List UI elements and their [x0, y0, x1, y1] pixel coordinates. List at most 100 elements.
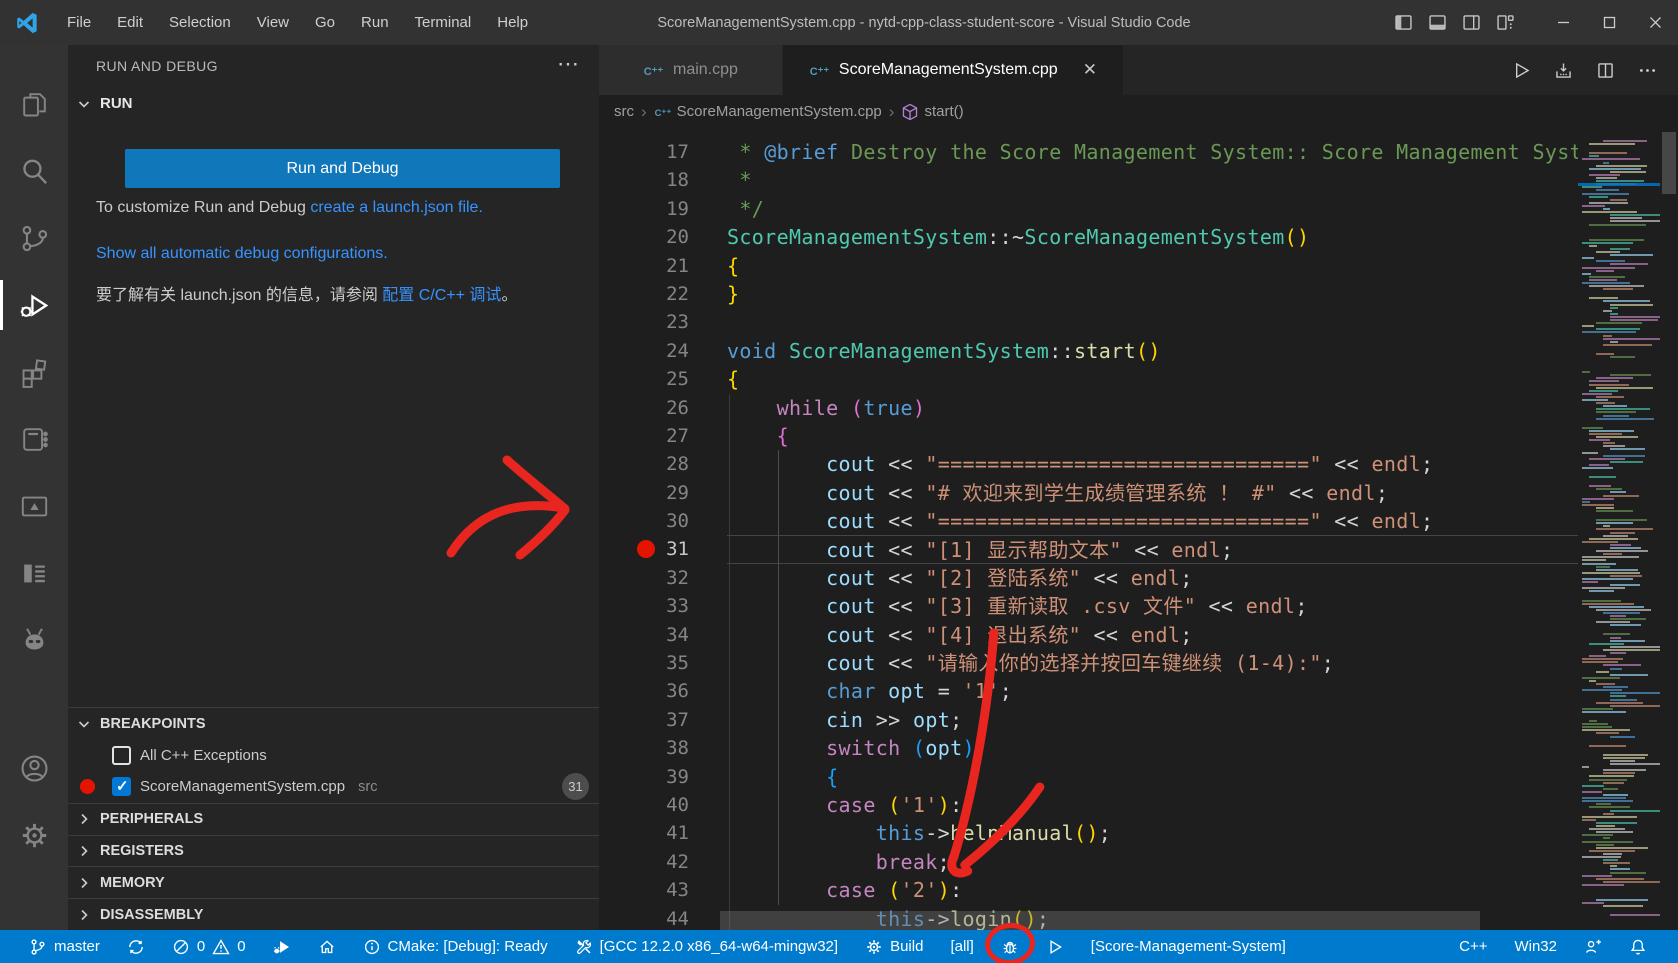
line-number[interactable]: 44: [599, 905, 689, 930]
breadcrumb-symbol[interactable]: start(): [901, 103, 963, 121]
status-feedback[interactable]: [1584, 938, 1602, 956]
status-debug-launch[interactable]: [273, 938, 291, 956]
menu-edit[interactable]: Edit: [104, 0, 156, 45]
more-actions-icon[interactable]: ⋯: [557, 51, 581, 77]
activity-cmake-panel[interactable]: [0, 475, 68, 537]
line-number[interactable]: 30: [599, 507, 689, 535]
activity-robot[interactable]: [0, 609, 68, 671]
menu-run[interactable]: Run: [348, 0, 402, 45]
breadcrumb-src[interactable]: src: [614, 103, 634, 120]
menu-selection[interactable]: Selection: [156, 0, 244, 45]
breakpoint-item[interactable]: ScoreManagementSystem.cppsrc31: [68, 771, 599, 803]
code-line[interactable]: 18 *: [599, 166, 1678, 194]
show-debug-configs-link[interactable]: Show all automatic debug configurations.: [96, 245, 388, 262]
line-number[interactable]: 17: [599, 138, 689, 166]
line-number[interactable]: 23: [599, 308, 689, 336]
line-number[interactable]: 40: [599, 791, 689, 819]
line-number[interactable]: 35: [599, 649, 689, 677]
activity-notebook[interactable]: [0, 408, 68, 470]
code-line[interactable]: 26 while (true): [599, 394, 1678, 422]
code-line[interactable]: 32 cout << "[2] 登陆系统" << endl;: [599, 564, 1678, 592]
code-line[interactable]: 43 case ('2'):: [599, 876, 1678, 904]
code-line[interactable]: 25{: [599, 365, 1678, 393]
breakpoint-item[interactable]: All C++ Exceptions: [68, 739, 599, 771]
code-line[interactable]: 29 cout << "# 欢迎来到学生成绩管理系统 ！ #" << endl;: [599, 479, 1678, 507]
line-number[interactable]: 20: [599, 223, 689, 251]
line-number[interactable]: 24: [599, 337, 689, 365]
code-line[interactable]: 17 * @brief Destroy the Score Management…: [599, 138, 1678, 166]
tab-main-cpp[interactable]: C⁺⁺main.cpp: [599, 45, 783, 95]
activity-docs-list[interactable]: [0, 542, 68, 604]
scrollbar-thumb[interactable]: [1662, 132, 1676, 194]
menu-help[interactable]: Help: [484, 0, 541, 45]
code-line[interactable]: 31 cout << "[1] 显示帮助文本" << endl;: [599, 535, 1678, 563]
line-number[interactable]: 28: [599, 450, 689, 478]
line-number[interactable]: 33: [599, 592, 689, 620]
code-line[interactable]: 37 cin >> opt;: [599, 706, 1678, 734]
code-editor[interactable]: 17 * @brief Destroy the Score Management…: [599, 128, 1678, 930]
run-section-header[interactable]: RUN: [76, 95, 133, 112]
line-number[interactable]: 37: [599, 706, 689, 734]
activity-settings-gear[interactable]: [0, 804, 68, 866]
line-number[interactable]: 32: [599, 564, 689, 592]
status-build-target[interactable]: [all]: [950, 938, 973, 955]
status-problems[interactable]: 00: [172, 938, 246, 956]
code-line[interactable]: 23: [599, 308, 1678, 336]
status-kit[interactable]: [GCC 12.2.0 x86_64-w64-mingw32]: [575, 938, 838, 956]
status-notifications[interactable]: [1629, 938, 1647, 956]
activity-search[interactable]: [0, 140, 68, 202]
line-number[interactable]: 18: [599, 166, 689, 194]
menu-terminal[interactable]: Terminal: [402, 0, 485, 45]
code-line[interactable]: 19 */: [599, 195, 1678, 223]
status-language-mode[interactable]: C++: [1459, 938, 1487, 955]
menu-go[interactable]: Go: [302, 0, 348, 45]
breakpoints-section-header[interactable]: BREAKPOINTS: [68, 707, 599, 739]
more-actions-icon[interactable]: [1637, 60, 1658, 81]
section-memory[interactable]: MEMORY: [68, 866, 599, 898]
code-line[interactable]: 24void ScoreManagementSystem::start(): [599, 337, 1678, 365]
code-line[interactable]: 30 cout << "============================…: [599, 507, 1678, 535]
close-button[interactable]: [1632, 0, 1678, 45]
horizontal-scrollbar[interactable]: [720, 911, 1480, 930]
line-number[interactable]: 19: [599, 195, 689, 223]
configure-cpp-debug-link[interactable]: 配置 C/C++ 调试: [382, 287, 501, 304]
toggle-sidebar-icon[interactable]: [1393, 12, 1414, 33]
breakpoint-checkbox[interactable]: [112, 746, 131, 765]
menu-view[interactable]: View: [244, 0, 302, 45]
create-launch-json-link[interactable]: create a launch.json file.: [310, 199, 483, 216]
line-number[interactable]: 43: [599, 876, 689, 904]
section-disassembly[interactable]: DISASSEMBLY: [68, 898, 599, 930]
status-platform[interactable]: Win32: [1514, 938, 1557, 955]
line-number[interactable]: 41: [599, 819, 689, 847]
menu-file[interactable]: File: [54, 0, 104, 45]
section-registers[interactable]: REGISTERS: [68, 835, 599, 867]
code-line[interactable]: 20ScoreManagementSystem::~ScoreManagemen…: [599, 223, 1678, 251]
section-peripherals[interactable]: PERIPHERALS: [68, 803, 599, 835]
line-number[interactable]: 34: [599, 621, 689, 649]
activity-source-control[interactable]: [0, 207, 68, 269]
code-line[interactable]: 35 cout << "请输入你的选择并按回车键继续 (1-4):";: [599, 649, 1678, 677]
code-line[interactable]: 28 cout << "============================…: [599, 450, 1678, 478]
line-number[interactable]: 29: [599, 479, 689, 507]
status-home[interactable]: [318, 938, 336, 956]
code-line[interactable]: 36 char opt = '1';: [599, 677, 1678, 705]
code-line[interactable]: 33 cout << "[3] 重新读取 .csv 文件" << endl;: [599, 592, 1678, 620]
line-number[interactable]: 39: [599, 763, 689, 791]
line-number[interactable]: 26: [599, 394, 689, 422]
install-icon[interactable]: [1553, 60, 1574, 81]
vertical-scrollbar[interactable]: [1660, 128, 1678, 930]
maximize-button[interactable]: [1586, 0, 1632, 45]
code-line[interactable]: 27 {: [599, 422, 1678, 450]
customize-layout-icon[interactable]: [1495, 12, 1516, 33]
close-icon[interactable]: ✕: [1083, 60, 1097, 80]
tab-scoremanagementsystem-cpp[interactable]: C⁺⁺ScoreManagementSystem.cpp✕: [783, 45, 1124, 95]
code-line[interactable]: 39 {: [599, 763, 1678, 791]
run-icon[interactable]: [1511, 60, 1532, 81]
status-launch[interactable]: [1046, 938, 1064, 956]
status-build[interactable]: Build: [865, 938, 923, 956]
breadcrumb[interactable]: src›C⁺⁺ScoreManagementSystem.cpp›start(): [599, 95, 1678, 128]
toggle-secondary-sidebar-icon[interactable]: [1461, 12, 1482, 33]
minimap[interactable]: [1578, 128, 1660, 930]
minimize-button[interactable]: [1540, 0, 1586, 45]
code-line[interactable]: 40 case ('1'):: [599, 791, 1678, 819]
